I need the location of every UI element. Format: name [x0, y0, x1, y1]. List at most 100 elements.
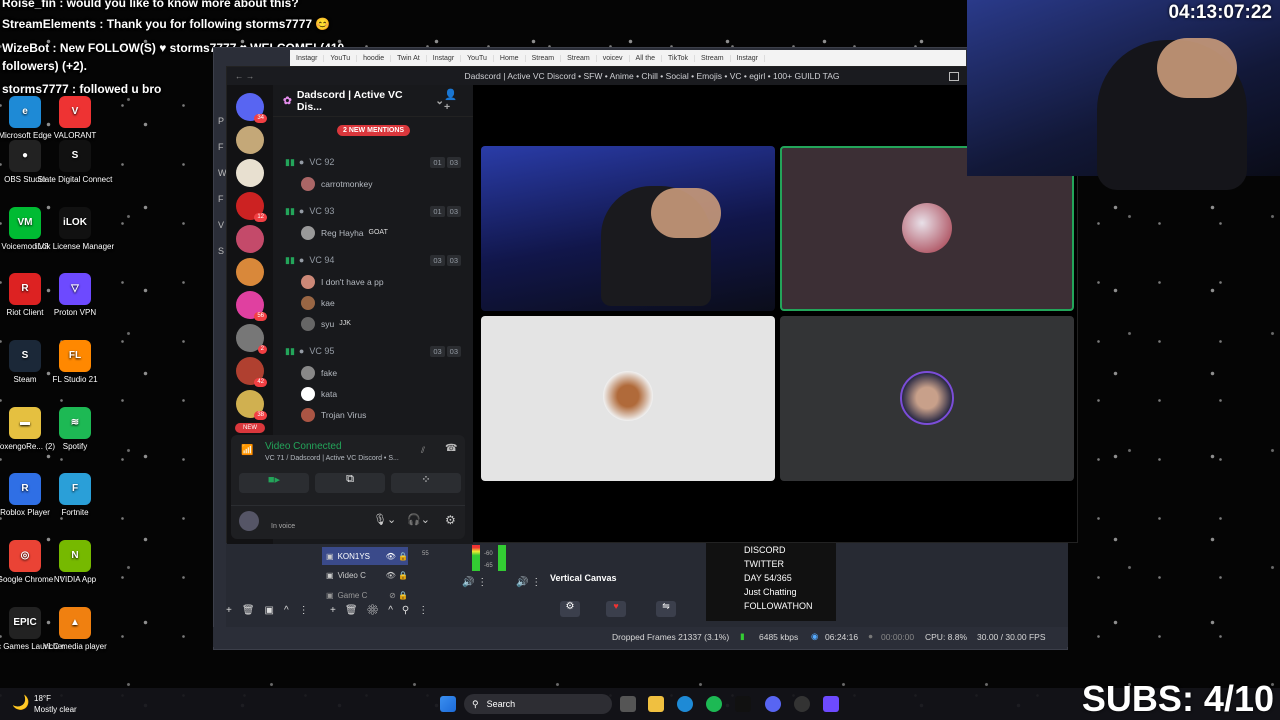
weather-icon[interactable]: 🌙	[12, 694, 29, 711]
bookmark-tab[interactable]: YouTu	[461, 54, 494, 62]
bookmark-tab[interactable]: Instagr	[290, 54, 325, 62]
voice-user[interactable]: I don't have a pp	[273, 271, 473, 292]
disconnect-icon[interactable]: ☎	[445, 443, 457, 454]
bookmark-tab[interactable]: hoodie	[357, 54, 392, 62]
file-explorer-icon[interactable]	[648, 696, 664, 712]
desktop-icon[interactable]: ▲ VLC media player	[25, 607, 125, 652]
headphones-icon[interactable]: 🎧⌄	[407, 513, 430, 526]
search-box[interactable]: ⚲ Search	[464, 694, 612, 714]
bookmark-tab[interactable]: Stream	[695, 54, 731, 62]
voice-user[interactable]: Reg Hayha GOAT	[273, 222, 473, 243]
obs-icon[interactable]	[794, 696, 810, 712]
window-icon[interactable]	[949, 71, 959, 81]
source-toolbar[interactable]: +🗑⚙^⚲⋮	[330, 605, 437, 616]
server-icon[interactable]: 42	[236, 357, 267, 387]
weather-desc[interactable]: Mostly clear	[34, 705, 77, 714]
desktop-icon[interactable]: F Fortnite	[25, 473, 125, 518]
proton-vpn-icon[interactable]	[823, 696, 839, 712]
video-tile-user-3[interactable]	[481, 316, 775, 481]
bookmark-tab[interactable]: Instagr	[731, 54, 765, 62]
voice-user[interactable]: Trojan Virus	[273, 404, 473, 425]
voice-user[interactable]: kae	[273, 292, 473, 313]
desktop-icon[interactable]: FL FL Studio 21	[25, 340, 125, 385]
desktop-icon[interactable]: ≋ Spotify	[25, 407, 125, 452]
voice-user[interactable]: carrotmonkey	[273, 173, 473, 194]
settings-button[interactable]: ⚙	[560, 601, 580, 617]
server-icon[interactable]	[236, 258, 264, 286]
server-tag-icon: ✿	[283, 94, 292, 107]
guild-tag: JJK	[339, 320, 351, 327]
microphone-icon[interactable]: 🎙⌄	[373, 513, 396, 526]
gear-icon[interactable]: ⚙	[445, 513, 456, 527]
screen-share-button[interactable]: ⧉	[315, 473, 385, 493]
task-view-icon[interactable]	[620, 696, 636, 712]
server-icon[interactable]	[236, 159, 264, 187]
voicemod-icon[interactable]	[735, 696, 751, 712]
camera-button[interactable]: ■▸	[239, 473, 309, 493]
bookmark-tab[interactable]: Stream	[526, 54, 562, 62]
guild-tag: GOAT	[368, 229, 388, 236]
desktop-icon[interactable]: V VALORANT	[25, 96, 125, 141]
bookmark-tab[interactable]: TikTok	[662, 54, 695, 62]
server-header[interactable]: ✿ Dadscord | Active VC Dis... ⌄ 👤+	[273, 85, 473, 117]
server-icon[interactable]	[236, 126, 264, 154]
voice-user[interactable]: syu JJK	[273, 313, 473, 334]
server-icon[interactable]	[236, 225, 264, 253]
fps: 30.00 / 30.00 FPS	[977, 632, 1046, 642]
video-tile-user-4[interactable]	[780, 316, 1074, 481]
volume-icon[interactable]: 🔊 ⋮	[462, 577, 487, 588]
volume-icon[interactable]: 🔊 ⋮	[516, 577, 541, 588]
voice-channel[interactable]: ▮▮ ● VC 95 03 03	[273, 340, 473, 362]
bookmark-tab[interactable]: All the	[630, 54, 663, 62]
share-button[interactable]: ⇋	[656, 601, 676, 617]
source-item[interactable]: ▣ KON1YS 👁 🔒	[322, 547, 408, 565]
start-button[interactable]	[440, 696, 456, 712]
audio-mixer: 55 -60 -65 🔊 ⋮ 🔊 ⋮	[422, 545, 542, 601]
ticker-item: FOLLOWATHON	[744, 601, 813, 611]
heart-button[interactable]: ♥	[606, 601, 626, 617]
video-tile-streamer[interactable]	[481, 146, 775, 311]
mentions-badge[interactable]: 2 NEW MENTIONS	[337, 125, 411, 136]
avatar	[301, 365, 315, 380]
bookmark-tab[interactable]: Stream	[561, 54, 597, 62]
weather-temp[interactable]: 18°F	[34, 694, 51, 703]
voice-user[interactable]: fake	[273, 362, 473, 383]
bookmark-tab[interactable]: Twin At	[391, 54, 427, 62]
server-icon[interactable]: 12	[236, 192, 267, 222]
chat-message: StreamElements : Thank you for following…	[2, 17, 331, 31]
voice-channel-path[interactable]: VC 71 / Dadscord | Active VC Discord • S…	[265, 455, 399, 462]
desktop-icon[interactable]: iLOK iLok License Manager	[25, 207, 125, 252]
back-arrow-icon[interactable]: ← →	[235, 71, 254, 81]
avatar	[301, 316, 315, 331]
add-user-icon[interactable]: 👤+	[444, 88, 463, 113]
activities-button[interactable]: ⁘	[391, 473, 461, 493]
spotify-icon[interactable]	[706, 696, 722, 712]
avatar[interactable]	[239, 511, 259, 531]
discord-icon[interactable]	[765, 696, 781, 712]
source-item[interactable]: ▣ Game C ⊘ 🔒	[322, 585, 408, 605]
server-icon[interactable]: 56	[236, 291, 267, 321]
bookmark-tab[interactable]: Home	[494, 54, 526, 62]
server-icon[interactable]: 2	[236, 324, 267, 354]
noise-suppression-icon[interactable]: ⫽	[421, 445, 425, 456]
desktop-icon[interactable]: N NVIDIA App	[25, 540, 125, 585]
voice-channel[interactable]: ▮▮ ● VC 92 01 03	[273, 151, 473, 173]
app-icon: FL	[59, 340, 91, 372]
edge-icon[interactable]	[677, 696, 693, 712]
desktop-icon[interactable]: S Slate Digital Connect	[25, 140, 125, 185]
avatar	[301, 274, 315, 289]
desktop-icon[interactable]: ▽ Proton VPN	[25, 273, 125, 318]
speaker-icon: ▮▮	[285, 345, 295, 356]
voice-channel[interactable]: ▮▮ ● VC 94 03 03	[273, 249, 473, 271]
voice-user[interactable]: kata	[273, 383, 473, 404]
ticker-item: TWITTER	[744, 559, 784, 569]
scene-toolbar[interactable]: +🗑▣^⋮	[226, 605, 319, 616]
server-icon[interactable]: 38	[236, 390, 267, 420]
bookmark-tab[interactable]: Instagr	[427, 54, 462, 62]
bookmark-tab[interactable]: voicev	[597, 54, 630, 62]
bookmark-tab[interactable]: YouTu	[324, 54, 358, 62]
voice-channel[interactable]: ▮▮ ● VC 93 01 03	[273, 200, 473, 222]
server-icon[interactable]: 34	[236, 93, 267, 123]
speaker-icon: ▮▮	[285, 205, 295, 216]
source-item[interactable]: ▣ Video C 👁 🔒	[322, 565, 408, 585]
